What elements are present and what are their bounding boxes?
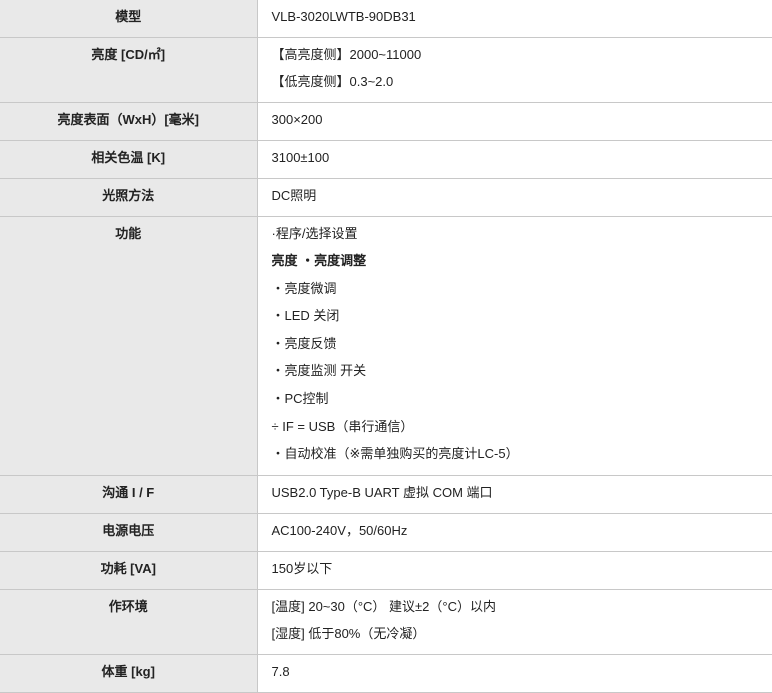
- spec-label-model: 模型: [0, 0, 258, 38]
- spec-value-line: AC100-240V，50/60Hz: [271, 522, 408, 538]
- spec-value-model: VLB-3020LWTB-90DB31: [257, 0, 772, 38]
- spec-value-line: DC照明: [271, 187, 317, 203]
- spec-row-communication-interface: 沟通 I / F USB2.0 Type-B UART 虚拟 COM 端口: [0, 475, 772, 514]
- spec-value-lighting-method: DC照明: [257, 178, 772, 217]
- spec-value-line: 7.8: [271, 663, 290, 679]
- spec-value-line: 3100±100: [271, 149, 330, 165]
- spec-row-luminance: 亮度 [CD/㎡] 【高亮度侧】2000~11000 【低亮度侧】0.3~2.0: [0, 37, 772, 103]
- spec-value-line: 【高亮度侧】2000~11000: [271, 46, 422, 62]
- function-item: ・亮度微调: [271, 280, 337, 296]
- function-item: ・PC控制: [271, 391, 329, 407]
- spec-label-operating-environment: 作环境: [0, 589, 258, 655]
- spec-row-model: 模型 VLB-3020LWTB-90DB31: [0, 0, 772, 38]
- spec-label-luminance: 亮度 [CD/㎡]: [0, 37, 258, 103]
- spec-label-power-consumption: 功耗 [VA]: [0, 551, 258, 590]
- spec-label-color-temperature: 相关色温 [K]: [0, 140, 258, 179]
- spec-table: 模型 VLB-3020LWTB-90DB31 亮度 [CD/㎡] 【高亮度侧】2…: [0, 0, 772, 693]
- spec-row-power-voltage: 电源电压 AC100-240V，50/60Hz: [0, 513, 772, 552]
- function-item: ・LED 关闭: [271, 308, 340, 324]
- spec-row-weight: 体重 [kg] 7.8: [0, 654, 772, 693]
- function-item: ÷ IF = USB（串行通信）: [271, 418, 414, 434]
- function-item: 亮度 ・亮度调整: [271, 253, 367, 269]
- function-item: ·程序/选择设置: [271, 225, 358, 241]
- spec-label-communication-interface: 沟通 I / F: [0, 475, 258, 514]
- spec-row-luminous-surface: 亮度表面（WxH）[毫米] 300×200: [0, 102, 772, 141]
- spec-label-luminous-surface: 亮度表面（WxH）[毫米]: [0, 102, 258, 141]
- spec-value-line: USB2.0 Type-B UART 虚拟 COM 端口: [271, 484, 493, 500]
- spec-label-weight: 体重 [kg]: [0, 654, 258, 693]
- spec-row-functions: 功能 ·程序/选择设置 亮度 ・亮度调整 ・亮度微调 ・LED 关闭 ・亮度反馈…: [0, 216, 772, 476]
- spec-label-power-voltage: 电源电压: [0, 513, 258, 552]
- spec-label-lighting-method: 光照方法: [0, 178, 258, 217]
- spec-label-functions: 功能: [0, 216, 258, 476]
- spec-row-operating-environment: 作环境 [温度] 20~30（°C） 建议±2（°C）以内 [湿度] 低于80%…: [0, 589, 772, 655]
- spec-value-line: [温度] 20~30（°C） 建议±2（°C）以内: [271, 598, 497, 614]
- spec-value-line: 【低亮度侧】0.3~2.0: [271, 74, 394, 90]
- spec-value-power-voltage: AC100-240V，50/60Hz: [257, 513, 772, 552]
- spec-value-line: VLB-3020LWTB-90DB31: [271, 9, 416, 24]
- spec-row-color-temperature: 相关色温 [K] 3100±100: [0, 140, 772, 179]
- function-item: ・亮度反馈: [271, 335, 337, 351]
- function-item: ・自动校准（※需单独购买的亮度计LC-5）: [271, 446, 519, 462]
- spec-value-line: 150岁以下: [271, 560, 333, 576]
- spec-value-power-consumption: 150岁以下: [257, 551, 772, 590]
- function-item: ・亮度监测 开关: [271, 363, 367, 379]
- spec-row-lighting-method: 光照方法 DC照明: [0, 178, 772, 217]
- spec-value-line: [湿度] 低于80%（无冷凝）: [271, 626, 426, 642]
- spec-value-functions: ·程序/选择设置 亮度 ・亮度调整 ・亮度微调 ・LED 关闭 ・亮度反馈 ・亮…: [257, 216, 772, 476]
- spec-value-communication-interface: USB2.0 Type-B UART 虚拟 COM 端口: [257, 475, 772, 514]
- spec-value-luminance: 【高亮度侧】2000~11000 【低亮度侧】0.3~2.0: [257, 37, 772, 103]
- spec-value-operating-environment: [温度] 20~30（°C） 建议±2（°C）以内 [湿度] 低于80%（无冷凝…: [257, 589, 772, 655]
- spec-value-weight: 7.8: [257, 654, 772, 693]
- spec-value-line: 300×200: [271, 111, 323, 127]
- spec-value-color-temperature: 3100±100: [257, 140, 772, 179]
- spec-row-power-consumption: 功耗 [VA] 150岁以下: [0, 551, 772, 590]
- spec-value-luminous-surface: 300×200: [257, 102, 772, 141]
